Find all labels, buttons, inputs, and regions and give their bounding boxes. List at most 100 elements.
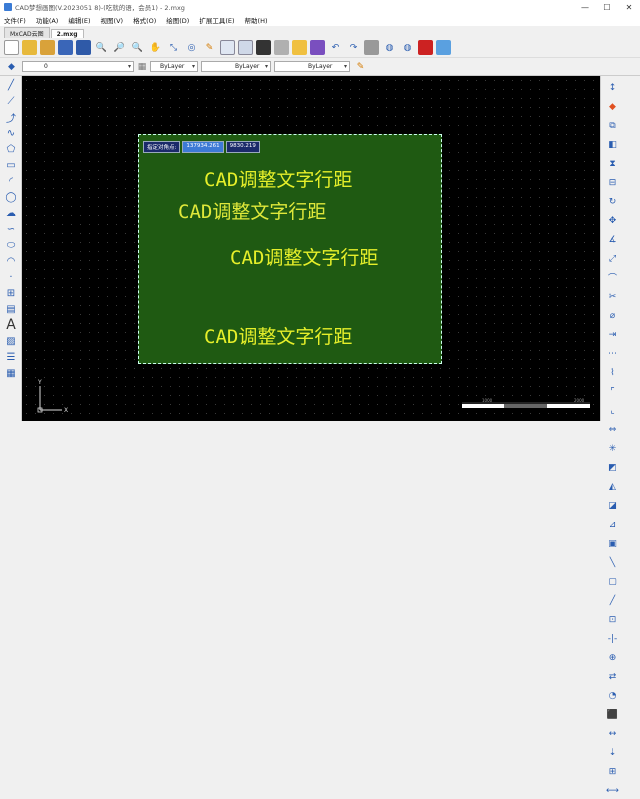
send-back-icon[interactable]: ▢	[604, 573, 621, 590]
open-folder-icon[interactable]	[22, 40, 37, 55]
text-icon[interactable]	[310, 40, 325, 55]
swap-icon[interactable]: ⇄	[604, 668, 621, 685]
cad-text-4[interactable]: CAD调整文字行距	[204, 322, 352, 349]
lineweight-select[interactable]: ByLayer ▾	[274, 61, 350, 72]
erase-icon[interactable]: ◆	[604, 98, 621, 115]
dwg-open-icon[interactable]	[40, 40, 55, 55]
globe-icon[interactable]: ◍	[400, 40, 415, 55]
zoom-window-icon[interactable]: 🔎	[112, 40, 127, 55]
coord-x-input[interactable]: 137934.261	[182, 141, 224, 153]
polygon-icon[interactable]: ⬠	[2, 142, 20, 156]
trim-icon[interactable]: ✂	[604, 288, 621, 305]
plot-icon[interactable]	[364, 40, 379, 55]
insert-block-icon[interactable]: ⊞	[2, 286, 20, 300]
dimension-linear-icon[interactable]: ↕	[604, 79, 621, 96]
pdf-icon[interactable]	[418, 40, 433, 55]
zoom-extents-icon[interactable]: 🔍	[130, 40, 145, 55]
save-as-icon[interactable]	[76, 40, 91, 55]
match-properties-icon[interactable]: ✎	[353, 59, 368, 74]
stretch-icon[interactable]: ⇔	[604, 421, 621, 438]
dim-style-icon[interactable]: ⊿	[604, 516, 621, 533]
line-icon[interactable]: ╱	[2, 78, 20, 92]
chamfer-icon[interactable]: ⌜	[604, 383, 621, 400]
zoom-icon[interactable]: 🔍	[94, 40, 109, 55]
curve-icon[interactable]: ∽	[2, 222, 20, 236]
hatch-icon[interactable]: ▤	[2, 302, 20, 316]
point-icon[interactable]: ·	[2, 270, 20, 284]
maximize-button[interactable]: ☐	[596, 0, 618, 14]
divide-icon[interactable]: -|-	[604, 630, 621, 647]
menu-view[interactable]: 视图(V)	[101, 15, 124, 25]
copy-icon[interactable]: ⧉	[604, 117, 621, 134]
cad-text-1[interactable]: CAD调整文字行距	[204, 165, 352, 192]
text-tool-icon[interactable]: A	[2, 317, 20, 333]
redo-icon[interactable]: ↷	[346, 40, 361, 55]
mirror-icon[interactable]: ⧗	[604, 155, 621, 172]
rotate-icon[interactable]: ↻	[604, 193, 621, 210]
layers-icon[interactable]: ◆	[4, 59, 19, 74]
join-icon[interactable]: ╱	[604, 592, 621, 609]
menu-draw[interactable]: 绘图(D)	[166, 15, 189, 25]
array-icon[interactable]: ⋯	[604, 345, 621, 362]
dim-radius-icon[interactable]: ⌒	[604, 269, 621, 286]
image-tool-icon[interactable]: ▨	[2, 334, 20, 348]
image-icon[interactable]	[292, 40, 307, 55]
circle-icon[interactable]: ◯	[2, 190, 20, 204]
block-icon[interactable]	[256, 40, 271, 55]
box-3d-icon[interactable]: ⬛	[604, 706, 621, 723]
drawing-canvas[interactable]: 指定对角点: 137934.261 9830.219 CAD调整文字行距 CAD…	[22, 76, 600, 421]
ellipse-icon[interactable]: ⬭	[2, 238, 20, 252]
layer-state-icon[interactable]: ▦	[137, 59, 147, 74]
coord-y-input[interactable]: 9830.219	[225, 141, 260, 153]
region-icon[interactable]: ◔	[604, 687, 621, 704]
group-icon[interactable]: ◪	[604, 497, 621, 514]
dim-baseline-icon[interactable]: ⟷	[604, 782, 621, 799]
table-icon[interactable]: ▦	[2, 366, 20, 380]
bring-front-icon[interactable]: ▣	[604, 535, 621, 552]
undo-icon[interactable]: ↶	[328, 40, 343, 55]
menu-help[interactable]: 帮助(H)	[245, 15, 268, 25]
dim-aligned-icon[interactable]: ◧	[604, 136, 621, 153]
cad-text-3[interactable]: CAD调整文字行距	[230, 243, 378, 270]
draw-order-icon[interactable]: ◩	[604, 459, 621, 476]
picture-icon[interactable]	[436, 40, 451, 55]
measure-tool-icon[interactable]: ⊕	[604, 649, 621, 666]
minimize-button[interactable]: —	[574, 0, 596, 14]
new-file-icon[interactable]	[4, 40, 19, 55]
pan-hand-icon[interactable]: ✋	[148, 40, 163, 55]
arrow-down-icon[interactable]: ⇣	[604, 744, 621, 761]
menu-edit[interactable]: 编辑(E)	[68, 15, 90, 25]
menu-function[interactable]: 功能(A)	[36, 15, 59, 25]
lengthen-icon[interactable]: ╲	[604, 554, 621, 571]
spline-icon[interactable]: ∿	[2, 126, 20, 140]
menu-format[interactable]: 格式(O)	[133, 15, 156, 25]
layer-select[interactable]: 0 ▾	[22, 61, 134, 72]
dim-angular-icon[interactable]: ∡	[604, 231, 621, 248]
ellipse-arc-icon[interactable]: ◠	[2, 254, 20, 268]
fillet-icon[interactable]: ⌞	[604, 402, 621, 419]
offset-icon[interactable]: ⊟	[604, 174, 621, 191]
measure-icon[interactable]: ⤡	[166, 40, 181, 55]
menu-file[interactable]: 文件(F)	[4, 15, 26, 25]
web-icon[interactable]: ◍	[382, 40, 397, 55]
construction-line-icon[interactable]: ⟋	[2, 94, 20, 108]
dim-diameter-icon[interactable]: ⌀	[604, 307, 621, 324]
extend-icon[interactable]: ⇥	[604, 326, 621, 343]
layer-manager-icon[interactable]	[238, 40, 253, 55]
arc-icon[interactable]: ◜	[2, 174, 20, 188]
print-icon[interactable]	[274, 40, 289, 55]
close-button[interactable]: ✕	[618, 0, 640, 14]
move-icon[interactable]: ✥	[604, 212, 621, 229]
break-icon[interactable]: ⌇	[604, 364, 621, 381]
rectangle-icon[interactable]: ▭	[2, 158, 20, 172]
explode-icon[interactable]: ✳	[604, 440, 621, 457]
cad-text-2[interactable]: CAD调整文字行距	[178, 197, 326, 224]
color-select[interactable]: ByLayer ▾	[150, 61, 198, 72]
edit-pen-icon[interactable]: ✎	[202, 40, 217, 55]
area-icon[interactable]: ⊞	[604, 763, 621, 780]
mtext-icon[interactable]: ☰	[2, 350, 20, 364]
align-icon[interactable]: ◭	[604, 478, 621, 495]
menu-extensions[interactable]: 扩展工具(E)	[199, 15, 234, 25]
save-icon[interactable]	[58, 40, 73, 55]
polyline-icon[interactable]: ⤴	[2, 110, 20, 125]
